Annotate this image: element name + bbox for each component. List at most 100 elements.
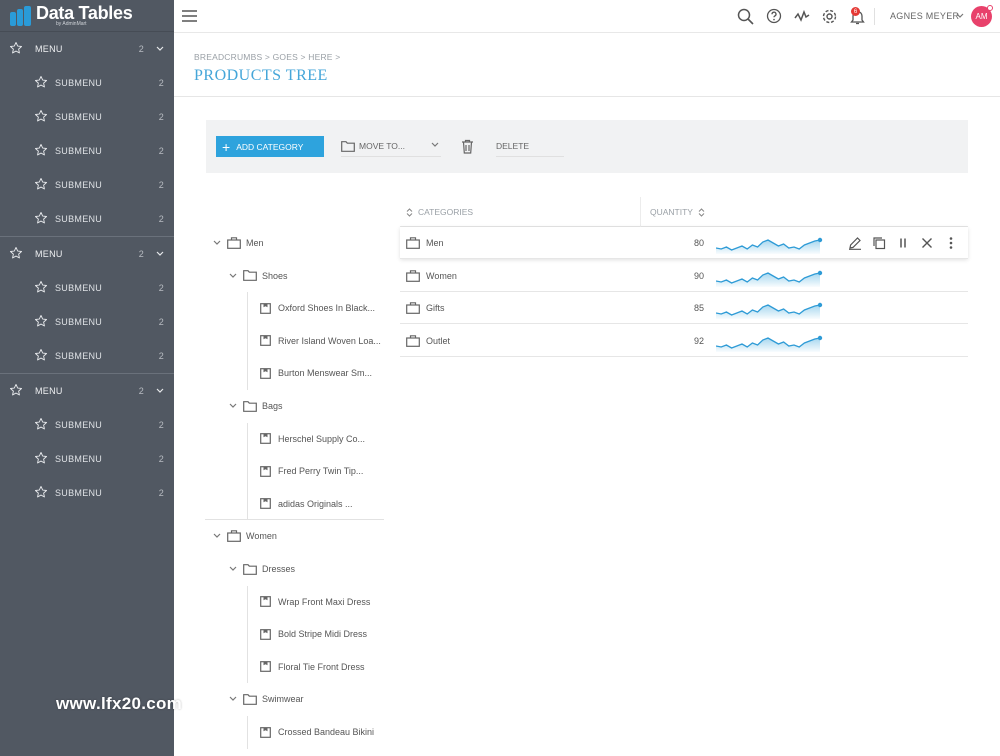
chevron-down-icon bbox=[156, 249, 164, 259]
pause-icon[interactable] bbox=[896, 236, 910, 252]
menu-count: 2 bbox=[138, 386, 144, 396]
sidebar-menu-3[interactable]: MENU 2 bbox=[0, 374, 174, 408]
category-cell: Men bbox=[406, 237, 444, 249]
tree-node[interactable]: Fred Perry Twin Tip... bbox=[260, 455, 384, 487]
product-box-icon bbox=[260, 302, 271, 314]
sidebar-submenu-item[interactable]: SUBMENU 2 bbox=[0, 339, 174, 373]
tree-node-label: Women bbox=[246, 531, 277, 542]
move-to-label: MOVE TO... bbox=[359, 141, 405, 151]
hamburger-icon[interactable] bbox=[182, 10, 197, 22]
sidebar-submenu-item[interactable]: SUBMENU 2 bbox=[0, 134, 174, 168]
more-vertical-icon[interactable] bbox=[944, 236, 958, 252]
tree-node-label: Men bbox=[246, 238, 264, 248]
plus-icon: + bbox=[222, 138, 231, 155]
table-row[interactable]: Gifts 85 bbox=[400, 292, 968, 325]
product-box-icon bbox=[260, 628, 271, 640]
tree-node-label: Shoes bbox=[262, 270, 288, 281]
tree-node-label: Burton Menswear Sm... bbox=[278, 368, 373, 379]
sidebar-submenu-item[interactable]: SUBMENU 2 bbox=[0, 100, 174, 134]
sidebar-submenu-item[interactable]: SUBMENU 2 bbox=[0, 476, 174, 510]
tree-node[interactable]: Shoes bbox=[229, 260, 384, 292]
tree-node[interactable]: Women bbox=[213, 520, 384, 552]
chevron-down-icon[interactable] bbox=[229, 403, 237, 409]
submenu-label: SUBMENU bbox=[55, 78, 103, 88]
chevron-down-icon[interactable] bbox=[229, 696, 237, 702]
tree-node-label: Swimwear bbox=[262, 694, 304, 705]
submenu-label: SUBMENU bbox=[55, 283, 103, 293]
tree-node[interactable]: Floral Tie Front Dress bbox=[260, 651, 384, 683]
briefcase-icon bbox=[406, 237, 420, 249]
column-label-quantity: QUANTITY bbox=[650, 207, 693, 217]
search-icon[interactable] bbox=[737, 8, 754, 25]
tree-node[interactable]: Swimwear bbox=[229, 683, 384, 715]
brand-title: Data Tables bbox=[36, 2, 133, 23]
chevron-down-icon[interactable] bbox=[213, 533, 221, 539]
tree-node-label: Dresses bbox=[262, 564, 296, 574]
submenu-count: 2 bbox=[158, 180, 164, 190]
tree-node[interactable]: Men bbox=[213, 227, 384, 259]
tree-node[interactable]: Bold Stripe Midi Dress bbox=[260, 618, 384, 650]
briefcase-icon bbox=[406, 302, 420, 315]
move-to-dropdown[interactable]: MOVE TO... bbox=[341, 136, 441, 157]
brand[interactable]: Data Tables by AdminMart bbox=[0, 0, 174, 32]
sidebar-submenu-item[interactable]: SUBMENU 2 bbox=[0, 442, 174, 476]
tree-guide-line bbox=[247, 618, 248, 651]
column-header-quantity[interactable]: QUANTITY bbox=[650, 207, 705, 217]
tree-node[interactable]: Crossed Bandeau Bikini bbox=[260, 716, 384, 748]
column-header-categories[interactable]: CATEGORIES bbox=[406, 207, 473, 217]
table-row[interactable]: Men 80 bbox=[400, 227, 968, 259]
quantity-cell: 85 bbox=[693, 303, 704, 314]
sidebar-submenu-item[interactable]: SUBMENU 2 bbox=[0, 66, 174, 100]
tree-node[interactable]: adidas Originals ... bbox=[260, 488, 384, 520]
tree-guide-line bbox=[247, 716, 248, 749]
submenu-count: 2 bbox=[158, 112, 164, 122]
table-row[interactable]: Outlet 92 bbox=[400, 325, 968, 357]
tree-node[interactable]: Burton Menswear Sm... bbox=[260, 357, 384, 389]
close-icon[interactable] bbox=[920, 236, 934, 252]
briefcase-icon bbox=[227, 530, 241, 543]
user-name[interactable]: AGNES MEYER bbox=[890, 11, 959, 21]
topbar: 6 AGNES MEYER AM bbox=[174, 0, 1000, 33]
chevron-down-icon[interactable] bbox=[229, 273, 237, 279]
tree-node[interactable]: Dresses bbox=[229, 553, 384, 585]
sidebar-submenu-item[interactable]: SUBMENU 2 bbox=[0, 271, 174, 305]
chevron-down-icon[interactable] bbox=[229, 566, 237, 572]
chevron-down-icon[interactable] bbox=[956, 13, 964, 19]
copy-icon[interactable] bbox=[872, 236, 886, 252]
gear-icon[interactable] bbox=[821, 8, 838, 25]
tree-node[interactable]: Oxford Shoes In Black... bbox=[260, 292, 384, 324]
edit-icon[interactable] bbox=[848, 236, 862, 252]
submenu-label: SUBMENU bbox=[55, 420, 103, 430]
folder-icon bbox=[243, 270, 257, 281]
help-icon[interactable] bbox=[766, 8, 782, 24]
activity-icon[interactable] bbox=[794, 8, 810, 24]
tree-node[interactable]: Wrap Front Maxi Dress bbox=[260, 586, 384, 618]
page-header: BREADCRUMBS > GOES > HERE > PRODUCTS TRE… bbox=[174, 33, 1000, 97]
submenu-count: 2 bbox=[158, 454, 164, 464]
sidebar-submenu-item[interactable]: SUBMENU 2 bbox=[0, 408, 174, 442]
sidebar-menu-2[interactable]: MENU 2 bbox=[0, 237, 174, 271]
delete-button[interactable]: DELETE bbox=[461, 136, 566, 157]
sidebar-submenu-item[interactable]: SUBMENU 2 bbox=[0, 202, 174, 236]
star-icon bbox=[34, 143, 48, 159]
chevron-down-icon[interactable] bbox=[213, 240, 221, 246]
breadcrumb[interactable]: BREADCRUMBS > GOES > HERE > bbox=[194, 52, 340, 62]
category-name: Women bbox=[426, 270, 457, 281]
sidebar-submenu-item[interactable]: SUBMENU 2 bbox=[0, 305, 174, 339]
submenu-label: SUBMENU bbox=[55, 317, 103, 327]
sidebar: Data Tables by AdminMart MENU 2 SUBMENU 2 SU… bbox=[0, 0, 174, 756]
quantity-cell: 92 bbox=[693, 335, 704, 346]
add-category-button[interactable]: + ADD CATEGORY bbox=[216, 136, 324, 157]
trash-icon bbox=[462, 139, 473, 154]
sidebar-menu-1[interactable]: MENU 2 bbox=[0, 32, 174, 66]
folder-icon bbox=[243, 400, 257, 412]
table-row[interactable]: Women 90 bbox=[400, 260, 968, 292]
tree-node[interactable]: Herschel Supply Co... bbox=[260, 423, 384, 455]
briefcase-icon bbox=[406, 269, 420, 282]
submenu-label: SUBMENU bbox=[55, 488, 103, 498]
product-box-icon bbox=[260, 433, 271, 444]
tree-node[interactable]: Bags bbox=[229, 390, 384, 422]
tree-guide-line bbox=[247, 324, 248, 358]
sidebar-submenu-item[interactable]: SUBMENU 2 bbox=[0, 168, 174, 202]
tree-node[interactable]: River Island Woven Loa... bbox=[260, 325, 384, 357]
